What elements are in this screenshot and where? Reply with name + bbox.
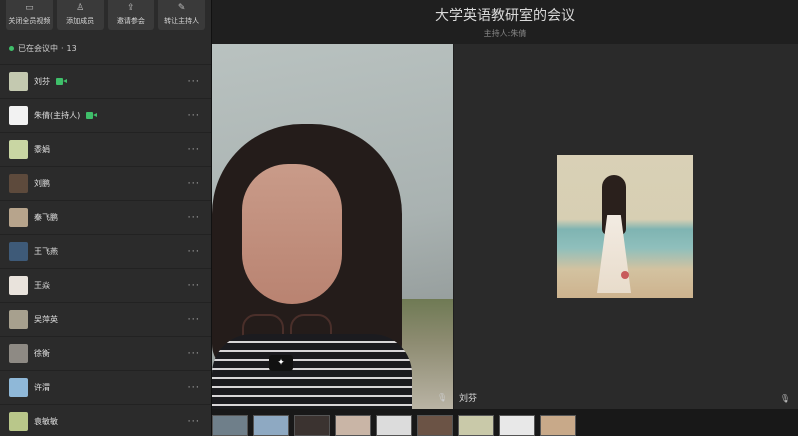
video-thumbnail[interactable] bbox=[253, 415, 289, 436]
avatar bbox=[9, 140, 28, 159]
more-options-icon[interactable]: ··· bbox=[187, 416, 200, 427]
more-options-icon[interactable]: ··· bbox=[187, 178, 200, 189]
participant-name: 黍娟 bbox=[34, 145, 50, 154]
toolbar-button-0[interactable]: ▭ 关闭全员视频 bbox=[6, 0, 53, 30]
meeting-header: 大学英语教研室的会议 主持人:朱倩 bbox=[212, 0, 798, 44]
more-options-icon[interactable]: ··· bbox=[187, 348, 200, 359]
video-thumbnail[interactable] bbox=[540, 415, 576, 436]
avatar bbox=[9, 106, 28, 125]
participant-name: 吴萍英 bbox=[34, 315, 58, 324]
video-participant-name: 刘芬 bbox=[459, 394, 478, 404]
toolbar-button-2[interactable]: ⇪ 邀请参会 bbox=[107, 0, 155, 30]
more-options-icon[interactable]: ··· bbox=[187, 280, 200, 291]
beauty-effect-icon[interactable]: ✦ bbox=[269, 355, 293, 371]
participant-row[interactable]: 吴萍英 ··· bbox=[0, 302, 211, 336]
more-options-icon[interactable]: ··· bbox=[187, 144, 200, 155]
more-options-icon[interactable]: ··· bbox=[187, 110, 200, 121]
avatar bbox=[9, 344, 28, 363]
avatar bbox=[9, 174, 28, 193]
video-thumbnail[interactable] bbox=[335, 415, 371, 436]
mic-icon: 🎙 bbox=[779, 394, 790, 403]
participant-name: 王焱 bbox=[34, 281, 50, 290]
participant-name: 秦飞鹏 bbox=[34, 213, 58, 222]
share-icon: ⇪ bbox=[127, 3, 135, 13]
participant-name: 徐衡 bbox=[34, 349, 50, 358]
participant-row[interactable]: 刘芬 ··· bbox=[0, 64, 211, 98]
participant-row[interactable]: 徐衡 ··· bbox=[0, 336, 211, 370]
more-options-icon[interactable]: ··· bbox=[187, 314, 200, 325]
participant-name: 王飞燕 bbox=[34, 247, 58, 256]
camera-on-icon bbox=[56, 78, 67, 85]
video-thumbnail[interactable] bbox=[458, 415, 494, 436]
participant-name: 袁敏敏 bbox=[34, 417, 58, 426]
status-separator: · bbox=[61, 43, 64, 53]
host-label: 主持人:朱倩 bbox=[483, 29, 527, 38]
avatar bbox=[9, 378, 28, 397]
camera-on-icon bbox=[86, 112, 98, 119]
video-thumbnail[interactable] bbox=[212, 415, 248, 436]
speaker-shirt bbox=[212, 334, 412, 409]
toolbar-button-label: 添加成员 bbox=[66, 17, 95, 25]
participant-name: 朱倩(主持人) bbox=[34, 111, 81, 120]
more-options-icon[interactable]: ··· bbox=[187, 382, 200, 393]
profile-picture bbox=[557, 155, 693, 298]
status-label: 已在会议中 bbox=[18, 43, 58, 53]
meeting-status: 已在会议中 · 13 bbox=[0, 32, 211, 64]
toolbar-button-label: 转让主持人 bbox=[164, 17, 200, 25]
participant-row[interactable]: 刘鹏 ··· bbox=[0, 166, 211, 200]
more-options-icon[interactable]: ··· bbox=[187, 76, 200, 87]
participant-row[interactable]: 许渭 ··· bbox=[0, 370, 211, 404]
video-thumbnail[interactable] bbox=[499, 415, 535, 436]
online-dot-icon bbox=[9, 45, 14, 51]
thumbnail-strip bbox=[212, 409, 798, 436]
video-off-icon: ▭ bbox=[25, 3, 34, 13]
avatar bbox=[9, 242, 28, 261]
participants-panel: ▭ 关闭全员视频 ♙ 添加成员 ⇪ 邀请参会 ✎ 转让主持人 已在会议中 · 13 刘芬 ···… bbox=[0, 0, 212, 436]
speaker-face bbox=[242, 164, 342, 387]
participant-row[interactable]: 黍娟 ··· bbox=[0, 132, 211, 166]
participant-list: 刘芬 ··· 朱倩(主持人) ··· 黍娟 ··· 刘鹏 ··· 秦飞鹏 ··· 王飞燕 ··· 王焱 ·… bbox=[0, 64, 211, 436]
participant-row[interactable]: 王焱 ··· bbox=[0, 268, 211, 302]
participant-count: 13 bbox=[66, 43, 77, 53]
transfer-host-icon: ✎ bbox=[177, 3, 186, 13]
more-options-icon[interactable]: ··· bbox=[187, 246, 200, 257]
meeting-title: 大学英语教研室的会议 bbox=[435, 8, 575, 24]
avatar bbox=[9, 310, 28, 329]
avatar bbox=[9, 276, 28, 295]
participant-row[interactable]: 袁敏敏 ··· bbox=[0, 404, 211, 436]
main-video-tile[interactable]: ✦ 🎙 bbox=[212, 44, 453, 409]
toolbar-button-label: 邀请参会 bbox=[116, 17, 145, 25]
avatar bbox=[9, 72, 28, 91]
video-thumbnail[interactable] bbox=[417, 415, 453, 436]
side-video-tile[interactable]: 刘芬 🎙 bbox=[454, 44, 798, 409]
participant-name: 刘鹏 bbox=[34, 179, 50, 188]
add-member-icon: ♙ bbox=[76, 3, 85, 13]
toolbar-button-3[interactable]: ✎ 转让主持人 bbox=[158, 0, 205, 30]
toolbar-button-label: 关闭全员视频 bbox=[8, 17, 51, 25]
mic-icon: 🎙 bbox=[437, 393, 448, 402]
participant-row[interactable]: 朱倩(主持人) ··· bbox=[0, 98, 211, 132]
more-options-icon[interactable]: ··· bbox=[187, 212, 200, 223]
participant-name: 许渭 bbox=[34, 383, 50, 392]
meeting-window: ▭ 关闭全员视频 ♙ 添加成员 ⇪ 邀请参会 ✎ 转让主持人 已在会议中 · 13 刘芬 ···… bbox=[0, 0, 798, 436]
avatar bbox=[9, 208, 28, 227]
toolbar-button-1[interactable]: ♙ 添加成员 bbox=[56, 0, 104, 30]
avatar bbox=[9, 412, 28, 431]
participant-row[interactable]: 秦飞鹏 ··· bbox=[0, 200, 211, 234]
video-thumbnail[interactable] bbox=[376, 415, 412, 436]
participant-row[interactable]: 王飞燕 ··· bbox=[0, 234, 211, 268]
panel-toolbar: ▭ 关闭全员视频 ♙ 添加成员 ⇪ 邀请参会 ✎ 转让主持人 bbox=[0, 0, 211, 32]
video-thumbnail[interactable] bbox=[294, 415, 330, 436]
participant-name: 刘芬 bbox=[34, 77, 50, 86]
